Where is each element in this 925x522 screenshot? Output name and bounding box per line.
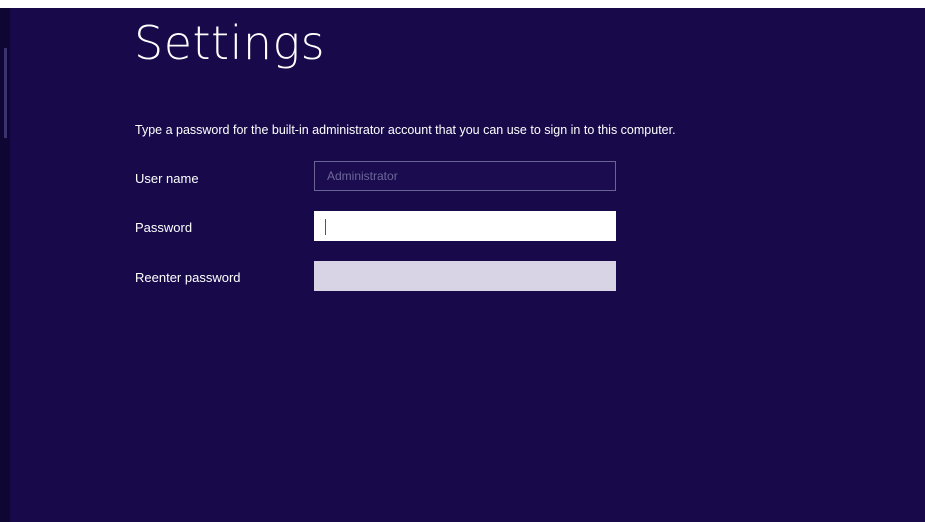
password-label: Password xyxy=(135,220,193,235)
window-left-edge xyxy=(0,8,10,522)
window-edge-highlight xyxy=(4,48,7,138)
setup-screen: Settings Type a password for the built-i… xyxy=(0,8,925,522)
username-field: Administrator xyxy=(314,161,616,191)
page-title: Settings xyxy=(134,16,326,70)
reenter-password-label: Reenter password xyxy=(135,270,241,285)
username-value: Administrator xyxy=(327,169,398,183)
username-label: User name xyxy=(135,171,199,186)
instructions-text: Type a password for the built-in adminis… xyxy=(135,123,676,137)
password-input[interactable] xyxy=(314,211,616,241)
text-caret xyxy=(325,219,326,235)
reenter-password-input[interactable] xyxy=(314,261,616,291)
